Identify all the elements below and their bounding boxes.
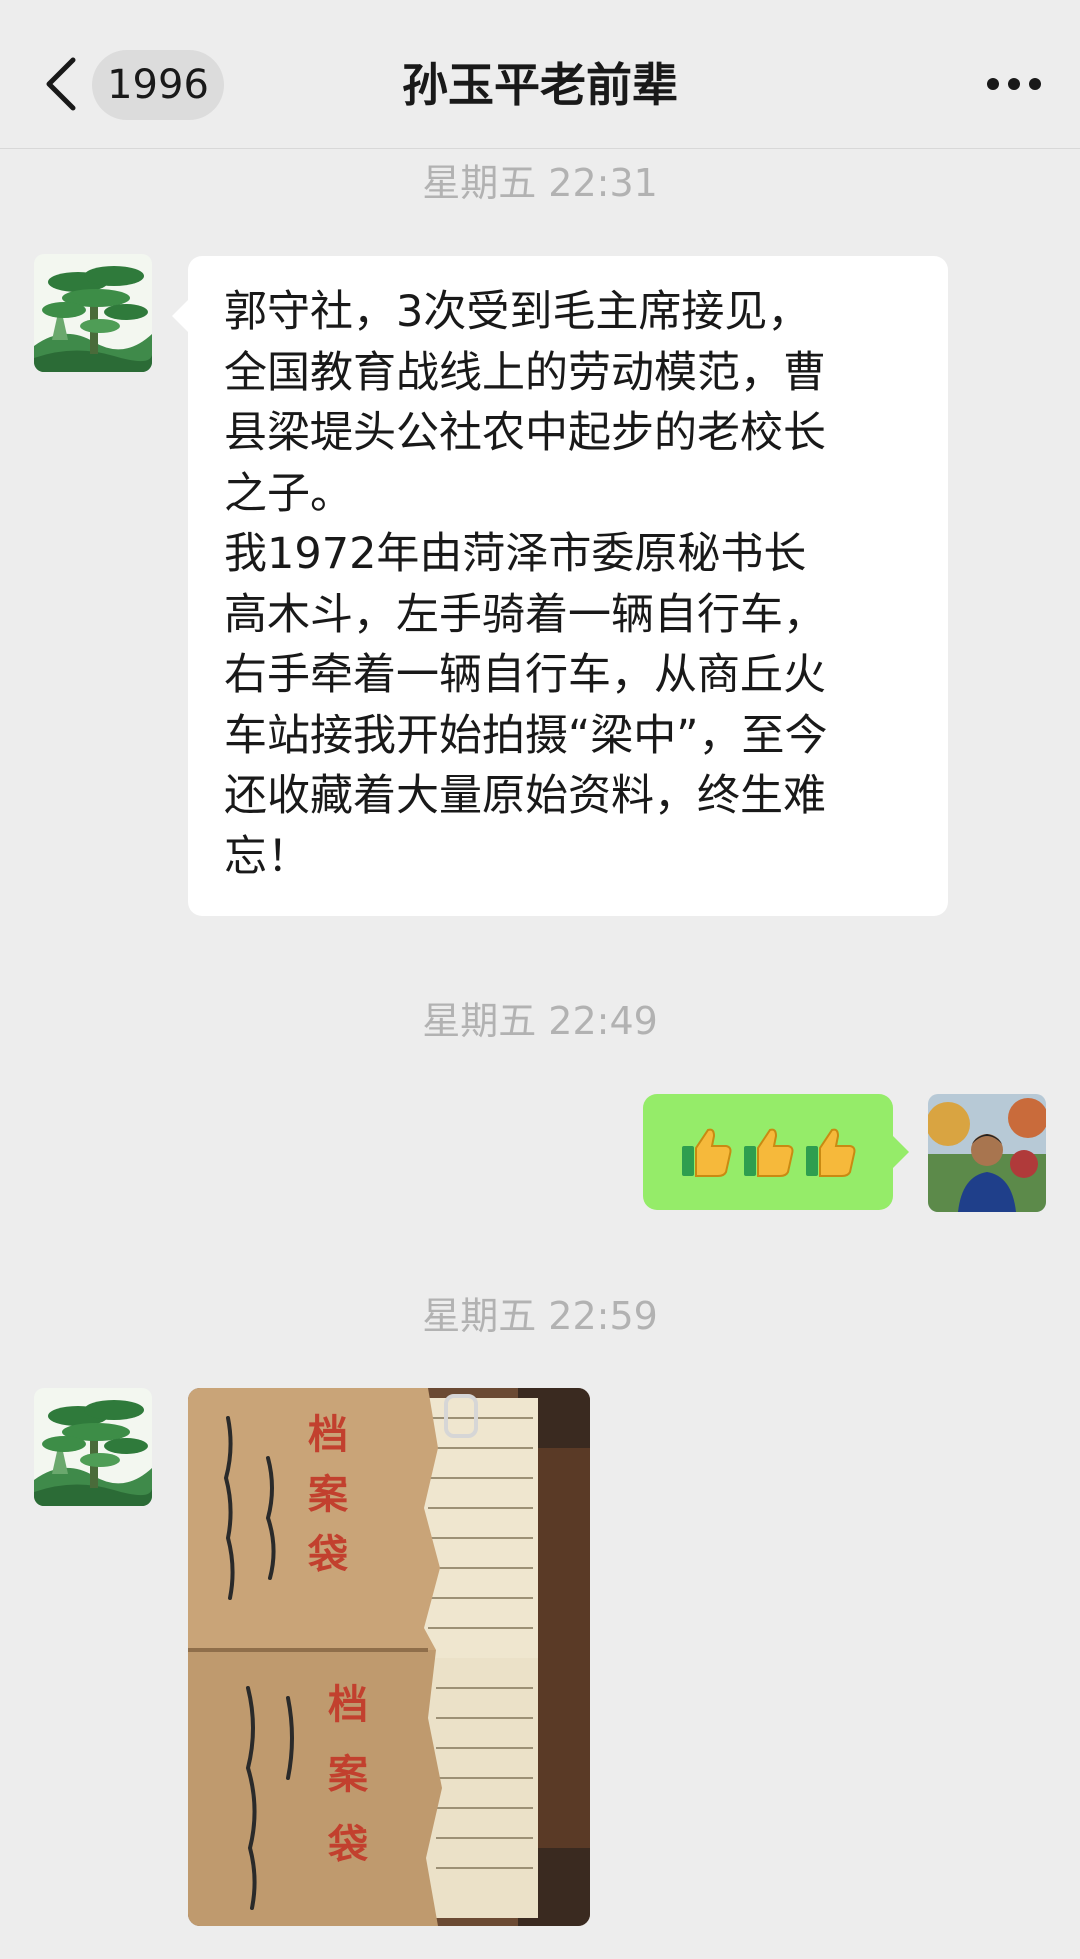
more-dots-icon <box>987 78 1041 90</box>
pine-tree-avatar-icon <box>34 254 152 372</box>
person-photo-avatar-icon <box>928 1094 1046 1212</box>
message-timestamp: 星期五 22:31 <box>422 161 658 205</box>
svg-text:袋: 袋 <box>307 1531 348 1578</box>
contact-avatar[interactable] <box>34 254 152 372</box>
thumbs-up-emoji-group <box>678 1124 858 1180</box>
thumbs-up-icon <box>744 1128 794 1177</box>
thumbs-up-icon <box>806 1128 856 1177</box>
thumbs-up-icon <box>682 1128 732 1177</box>
archive-folders-photo: 档 案 袋 档 案 袋 <box>188 1388 590 1926</box>
chat-header: 1996 孙玉平老前辈 <box>0 0 1080 149</box>
message-timestamp: 星期五 22:59 <box>422 1294 658 1338</box>
svg-text:案: 案 <box>328 1751 369 1798</box>
contact-avatar[interactable] <box>34 1388 152 1506</box>
svg-text:案: 案 <box>308 1471 349 1518</box>
chevron-left-icon <box>46 57 76 111</box>
back-button[interactable] <box>40 52 80 116</box>
unread-count-badge[interactable]: 1996 <box>92 50 224 120</box>
pine-tree-avatar-icon <box>34 1388 152 1506</box>
more-options-button[interactable] <box>966 62 1062 106</box>
image-message[interactable]: 档 案 袋 档 案 袋 <box>188 1388 590 1926</box>
svg-text:档: 档 <box>308 1411 348 1458</box>
message-timestamp: 星期五 22:49 <box>422 999 658 1043</box>
svg-text:档: 档 <box>328 1681 368 1728</box>
message-bubble-outgoing[interactable] <box>643 1094 909 1210</box>
message-text: 郭守社，3次受到毛主席接见， 全国教育战线上的劳动模范，曹 县梁堤头公社农中起步… <box>224 287 828 882</box>
svg-text:袋: 袋 <box>327 1821 368 1868</box>
message-bubble-incoming[interactable]: 郭守社，3次受到毛主席接见， 全国教育战线上的劳动模范，曹 县梁堤头公社农中起步… <box>172 256 948 916</box>
my-avatar[interactable] <box>928 1094 1046 1212</box>
chat-screen: 1996 孙玉平老前辈 星期五 22:31 郭守社，3次受到毛主席接见， 全国教… <box>0 0 1080 1959</box>
